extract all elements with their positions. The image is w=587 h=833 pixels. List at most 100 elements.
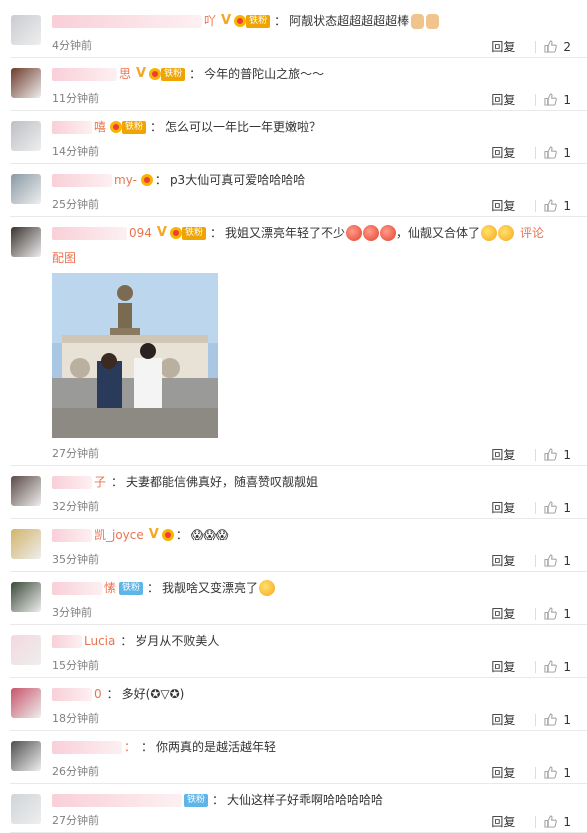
timestamp: 4分钟前	[52, 39, 92, 52]
comment-line: 0 ：多好(✪▽✪)	[52, 686, 184, 702]
username-mask[interactable]	[52, 173, 112, 187]
username-mask[interactable]	[52, 793, 182, 807]
cheer-emoji-icon	[481, 225, 498, 241]
comment-actions: 回复 1	[491, 499, 571, 516]
reply-button[interactable]: 回复	[491, 658, 515, 675]
reply-button[interactable]: 回复	[491, 91, 515, 108]
colon: ：	[189, 67, 202, 81]
divider	[535, 199, 537, 212]
divider	[535, 660, 537, 673]
comment-line: 思 V 铁粉：今年的普陀山之旅～～	[52, 66, 324, 82]
comment-actions: 回复 1	[491, 552, 571, 569]
reply-button[interactable]: 回复	[491, 552, 515, 569]
comment-line: 094 V 铁粉：我姐又漂亮年轻了不少 ，仙靓又合体了 评论	[52, 225, 544, 241]
colon: ：	[209, 226, 222, 240]
comment-actions: 回复 1	[491, 813, 571, 830]
timestamp: 26分钟前	[52, 765, 99, 778]
like-count: 1	[563, 606, 571, 621]
username[interactable]: 子	[94, 474, 106, 490]
like-icon[interactable]	[544, 660, 558, 673]
reply-button[interactable]: 回复	[491, 197, 515, 214]
username[interactable]: 嘻	[94, 119, 106, 135]
comment-row: 愫铁粉：我靓啥又变漂亮了 3分钟前 回复 1	[0, 572, 587, 625]
username[interactable]: my-	[114, 172, 137, 188]
avatar[interactable]	[11, 582, 41, 612]
reply-button[interactable]: 回复	[491, 446, 515, 463]
username-mask[interactable]	[52, 687, 92, 701]
comment-line: 铁粉：大仙这样子好乖啊哈哈哈哈哈	[52, 792, 383, 808]
avatar[interactable]	[11, 121, 41, 151]
avatar[interactable]	[11, 741, 41, 771]
comment-actions: 回复 1	[491, 658, 571, 675]
like-icon[interactable]	[544, 713, 558, 726]
divider	[535, 501, 537, 514]
like-icon[interactable]	[544, 607, 558, 620]
avatar[interactable]	[11, 794, 41, 824]
username[interactable]: ：	[124, 739, 136, 755]
avatar[interactable]	[11, 227, 41, 257]
colon: ：	[212, 793, 225, 807]
crown-icon	[161, 529, 174, 541]
crown-icon	[169, 227, 182, 239]
attached-photo[interactable]	[52, 273, 218, 438]
fan-badge: 铁粉	[184, 793, 209, 807]
crown-icon	[149, 68, 162, 80]
timestamp: 25分钟前	[52, 198, 99, 211]
comment-text: 今年的普陀山之旅～～	[204, 67, 325, 81]
username[interactable]: 094	[129, 225, 152, 241]
username[interactable]: 0	[94, 686, 102, 702]
like-icon[interactable]	[544, 448, 558, 461]
avatar[interactable]	[11, 68, 41, 98]
username[interactable]: 吖	[204, 13, 216, 29]
like-icon[interactable]	[544, 766, 558, 779]
avatar[interactable]	[11, 15, 41, 45]
comment-text: 大仙这样子好乖啊哈哈哈哈哈	[227, 793, 384, 807]
username[interactable]: 凯_joyce	[94, 527, 144, 543]
comment-text: 我靓啥又变漂亮了	[162, 581, 259, 595]
like-icon[interactable]	[544, 93, 558, 106]
reply-button[interactable]: 回复	[491, 764, 515, 781]
comment-actions: 回复 1	[491, 605, 571, 622]
username-mask[interactable]	[52, 528, 92, 542]
comment-row: my- ： p3大仙可真可爱哈哈哈哈 25分钟前 回复 1	[0, 164, 587, 217]
pic-link[interactable]: 配图	[52, 249, 76, 266]
avatar[interactable]	[11, 635, 41, 665]
comment-actions: 回复 1	[491, 711, 571, 728]
username-mask[interactable]	[52, 67, 117, 81]
like-count: 1	[563, 447, 571, 462]
reply-button[interactable]: 回复	[491, 144, 515, 161]
timestamp: 11分钟前	[52, 92, 99, 105]
comment-link[interactable]: 评论	[520, 225, 544, 241]
username[interactable]: 思	[119, 66, 131, 82]
like-icon[interactable]	[544, 815, 558, 828]
fan-badge: 铁粉	[119, 581, 144, 595]
like-count: 1	[563, 659, 571, 674]
username[interactable]: Lucia	[84, 633, 115, 649]
username-mask[interactable]	[52, 120, 92, 134]
username-mask[interactable]	[52, 14, 202, 28]
username-mask[interactable]	[52, 634, 82, 648]
username-mask[interactable]	[52, 740, 122, 754]
avatar[interactable]	[11, 476, 41, 506]
reply-button[interactable]: 回复	[491, 38, 515, 55]
avatar[interactable]	[11, 174, 41, 204]
avatar[interactable]	[11, 688, 41, 718]
comment-text: p3大仙可真可爱哈哈哈哈	[169, 173, 306, 187]
cheer-emoji-icon	[498, 225, 515, 241]
comment-actions: 回复 1	[491, 197, 571, 214]
like-icon[interactable]	[544, 146, 558, 159]
reply-button[interactable]: 回复	[491, 499, 515, 516]
like-icon[interactable]	[544, 199, 558, 212]
reply-button[interactable]: 回复	[491, 605, 515, 622]
username[interactable]: 愫	[104, 580, 116, 596]
username-mask[interactable]	[52, 581, 102, 595]
avatar[interactable]	[11, 529, 41, 559]
like-icon[interactable]	[544, 554, 558, 567]
colon: ：	[150, 120, 163, 134]
reply-button[interactable]: 回复	[491, 711, 515, 728]
like-icon[interactable]	[544, 501, 558, 514]
reply-button[interactable]: 回复	[491, 813, 515, 830]
username-mask[interactable]	[52, 226, 127, 240]
username-mask[interactable]	[52, 475, 92, 489]
like-icon[interactable]	[544, 40, 558, 53]
